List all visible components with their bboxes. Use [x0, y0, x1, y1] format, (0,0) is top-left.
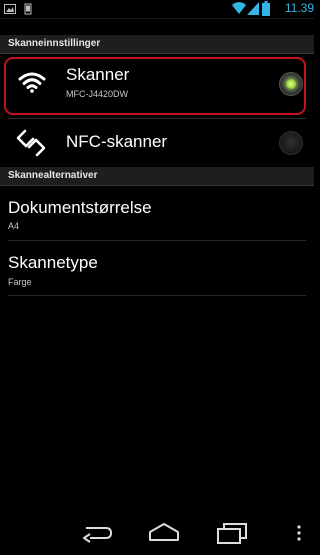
menu-icon[interactable] — [296, 522, 302, 544]
nfc-scanner-item[interactable]: NFC-skanner — [0, 119, 314, 167]
section-header-options: Skannealternativer — [0, 167, 314, 186]
status-bar: 11.39 — [0, 0, 314, 19]
scan-type-title: Skannetype — [8, 253, 98, 272]
section-title: Skanneinnstillinger — [8, 38, 101, 49]
scan-type-item[interactable]: Skannetype Farge — [0, 241, 314, 291]
wifi-signal-icon — [232, 2, 246, 15]
document-size-item[interactable]: Dokumentstørrelse A4 — [0, 186, 314, 236]
scan-type-value: Farge — [8, 277, 32, 287]
back-icon[interactable] — [78, 522, 114, 544]
document-size-value: A4 — [8, 221, 20, 231]
selection-highlight — [4, 57, 306, 115]
cell-signal-icon — [247, 2, 259, 15]
section-header-settings: Skanneinnstillinger — [0, 35, 314, 54]
recent-apps-icon[interactable] — [215, 522, 249, 544]
document-size-title: Dokumentstørrelse — [8, 198, 152, 217]
battery-icon — [262, 1, 270, 16]
nfc-radio-button[interactable] — [279, 131, 303, 155]
home-icon[interactable] — [147, 522, 181, 544]
nfc-scanner-title: NFC-skanner — [66, 132, 168, 151]
nfc-icon — [16, 129, 46, 157]
navigation-bar — [0, 512, 314, 555]
clock: 11.39 — [284, 1, 314, 15]
image-notification-icon — [4, 4, 16, 14]
divider — [8, 295, 306, 296]
section-title: Skannealternativer — [8, 170, 98, 181]
phone-notification-icon — [24, 3, 32, 15]
